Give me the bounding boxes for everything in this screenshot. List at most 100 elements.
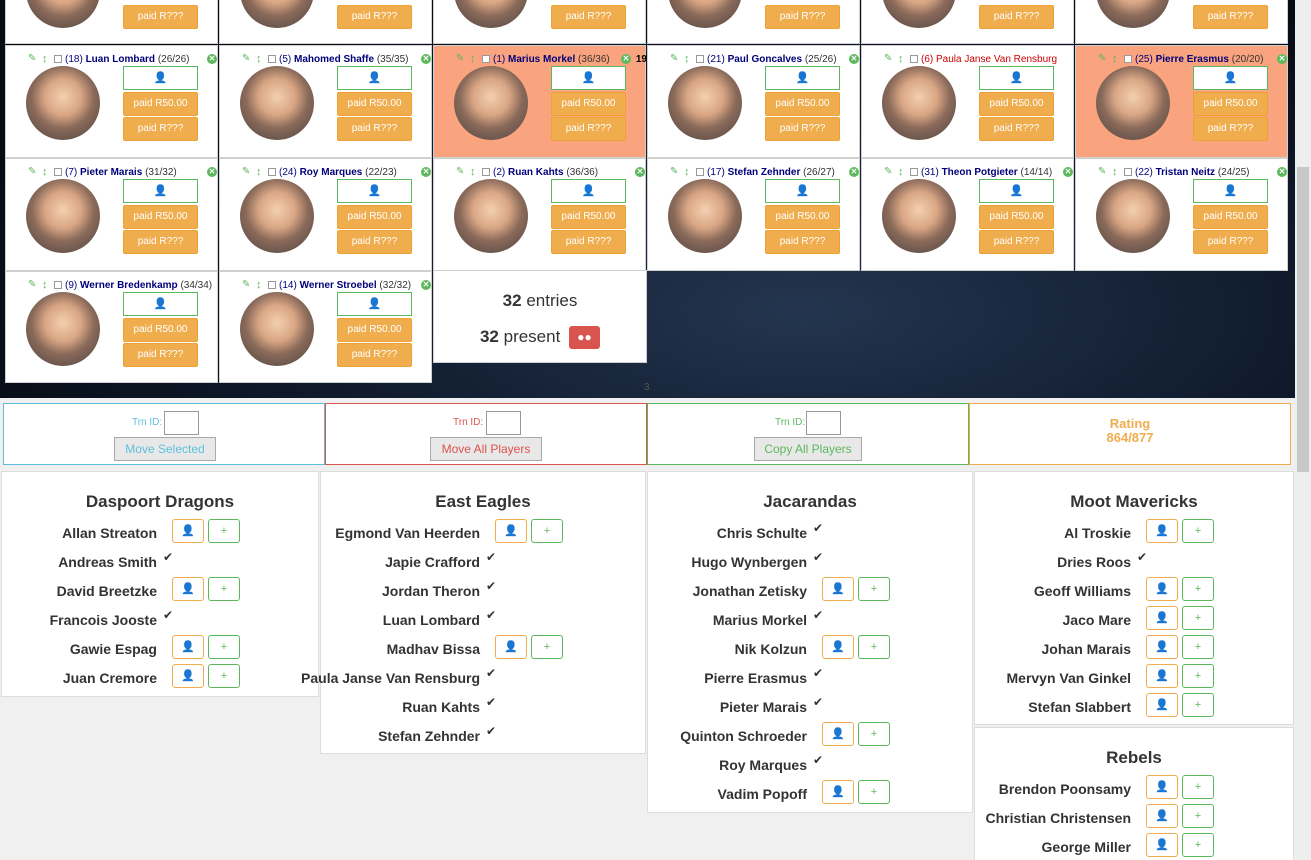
user-icon[interactable]: 👤 (495, 635, 527, 659)
user-add-icon[interactable]: + (858, 722, 890, 746)
paid-button[interactable]: paid R50.00 (979, 205, 1054, 229)
select-checkbox[interactable] (910, 168, 918, 176)
pencil-icon[interactable]: ✎ (28, 54, 38, 64)
player-name[interactable]: (1) Marius Morkel (36/36) (493, 53, 610, 67)
player-name[interactable]: (24) Roy Marques (22/23) (279, 166, 397, 180)
user-icon-button[interactable]: 👤 (1193, 66, 1268, 90)
paid-button[interactable]: paid R??? (123, 5, 198, 29)
user-icon[interactable]: 👤 (1146, 693, 1178, 717)
scrollbar-thumb[interactable] (1297, 167, 1309, 472)
user-icon-button[interactable]: 👤 (337, 66, 412, 90)
remove-icon[interactable]: ✕ (849, 54, 859, 64)
user-icon-button[interactable]: 👤 (337, 292, 412, 316)
move-icon[interactable]: ↕ (470, 167, 478, 179)
user-add-icon[interactable]: + (858, 635, 890, 659)
remove-icon[interactable]: ✕ (1277, 54, 1287, 64)
trn-id-input[interactable] (164, 411, 199, 435)
paid-button[interactable]: paid R??? (765, 230, 840, 254)
select-checkbox[interactable] (54, 168, 62, 176)
pencil-icon[interactable]: ✎ (670, 167, 680, 177)
user-add-icon[interactable]: + (531, 635, 563, 659)
user-add-icon[interactable]: + (1182, 833, 1214, 857)
remove-icon[interactable]: ✕ (207, 167, 217, 177)
paid-button[interactable]: paid R50.00 (123, 92, 198, 116)
paid-button[interactable]: paid R??? (765, 5, 840, 29)
select-checkbox[interactable] (54, 281, 62, 289)
remove-icon[interactable]: ✕ (1277, 167, 1287, 177)
select-checkbox[interactable] (268, 168, 276, 176)
paid-button[interactable]: paid R50.00 (1193, 205, 1268, 229)
copy-all-button[interactable]: Copy All Players (754, 437, 862, 461)
remove-icon[interactable]: ✕ (621, 54, 631, 64)
move-icon[interactable]: ↕ (1112, 167, 1120, 179)
move-icon[interactable]: ↕ (684, 167, 692, 179)
user-icon-button[interactable]: 👤 (123, 66, 198, 90)
user-icon[interactable]: 👤 (822, 780, 854, 804)
paid-button[interactable]: paid R50.00 (337, 92, 412, 116)
remove-icon[interactable]: ✕ (1063, 167, 1073, 177)
user-add-icon[interactable]: + (208, 577, 240, 601)
move-icon[interactable]: ↕ (42, 167, 50, 179)
remove-icon[interactable]: ✕ (849, 167, 859, 177)
select-checkbox[interactable] (696, 55, 704, 63)
select-checkbox[interactable] (54, 55, 62, 63)
move-icon[interactable]: ↕ (42, 280, 50, 292)
paid-button[interactable]: paid R??? (979, 117, 1054, 141)
user-add-icon[interactable]: + (1182, 693, 1214, 717)
pencil-icon[interactable]: ✎ (28, 167, 38, 177)
pencil-icon[interactable]: ✎ (670, 54, 680, 64)
move-icon[interactable]: ↕ (898, 167, 906, 179)
user-icon-button[interactable]: 👤 (1193, 179, 1268, 203)
user-add-icon[interactable]: + (531, 519, 563, 543)
user-add-icon[interactable]: + (208, 519, 240, 543)
user-icon[interactable]: 👤 (172, 577, 204, 601)
pencil-icon[interactable]: ✎ (456, 54, 466, 64)
paid-button[interactable]: paid R50.00 (765, 92, 840, 116)
user-icon[interactable]: 👤 (822, 577, 854, 601)
remove-icon[interactable]: ✕ (421, 280, 431, 290)
paid-button[interactable]: paid R??? (979, 230, 1054, 254)
pencil-icon[interactable]: ✎ (1098, 54, 1108, 64)
user-add-icon[interactable]: + (1182, 664, 1214, 688)
select-checkbox[interactable] (268, 281, 276, 289)
user-icon-button[interactable]: 👤 (765, 179, 840, 203)
user-icon[interactable]: 👤 (172, 635, 204, 659)
user-icon[interactable]: 👤 (172, 664, 204, 688)
pencil-icon[interactable]: ✎ (884, 54, 894, 64)
user-icon[interactable]: 👤 (1146, 635, 1178, 659)
user-add-icon[interactable]: + (858, 577, 890, 601)
move-all-button[interactable]: Move All Players (430, 437, 542, 461)
paid-button[interactable]: paid R??? (551, 117, 626, 141)
scrollbar[interactable] (1295, 0, 1311, 860)
move-icon[interactable]: ↕ (256, 280, 264, 292)
select-checkbox[interactable] (482, 55, 490, 63)
user-icon[interactable]: 👤 (822, 635, 854, 659)
trn-id-input[interactable] (806, 411, 841, 435)
user-icon[interactable]: 👤 (1146, 519, 1178, 543)
user-add-icon[interactable]: + (1182, 519, 1214, 543)
move-icon[interactable]: ↕ (1112, 54, 1120, 66)
pencil-icon[interactable]: ✎ (242, 54, 252, 64)
paid-button[interactable]: paid R50.00 (123, 318, 198, 342)
player-name[interactable]: (9) Werner Bredenkamp (34/34) (65, 279, 212, 293)
remove-icon[interactable]: ✕ (207, 54, 217, 64)
paid-button[interactable]: paid R??? (337, 343, 412, 367)
move-icon[interactable]: ↕ (256, 54, 264, 66)
paid-button[interactable]: paid R50.00 (551, 92, 626, 116)
paid-button[interactable]: paid R50.00 (765, 205, 840, 229)
user-icon[interactable]: 👤 (1146, 577, 1178, 601)
user-icon-button[interactable]: 👤 (123, 179, 198, 203)
move-selected-button[interactable]: Move Selected (114, 437, 216, 461)
player-name[interactable]: (17) Stefan Zehnder (26/27) (707, 166, 835, 180)
user-add-icon[interactable]: + (1182, 606, 1214, 630)
user-icon-button[interactable]: 👤 (123, 292, 198, 316)
user-icon-button[interactable]: 👤 (979, 66, 1054, 90)
pencil-icon[interactable]: ✎ (242, 167, 252, 177)
move-icon[interactable]: ↕ (684, 54, 692, 66)
player-name[interactable]: (6) Paula Janse Van Rensburg (921, 53, 1057, 67)
move-icon[interactable]: ↕ (470, 54, 478, 66)
paid-button[interactable]: paid R??? (123, 230, 198, 254)
pencil-icon[interactable]: ✎ (884, 167, 894, 177)
user-add-icon[interactable]: + (1182, 635, 1214, 659)
player-name[interactable]: (5) Mahomed Shaffe (35/35) (279, 53, 409, 67)
